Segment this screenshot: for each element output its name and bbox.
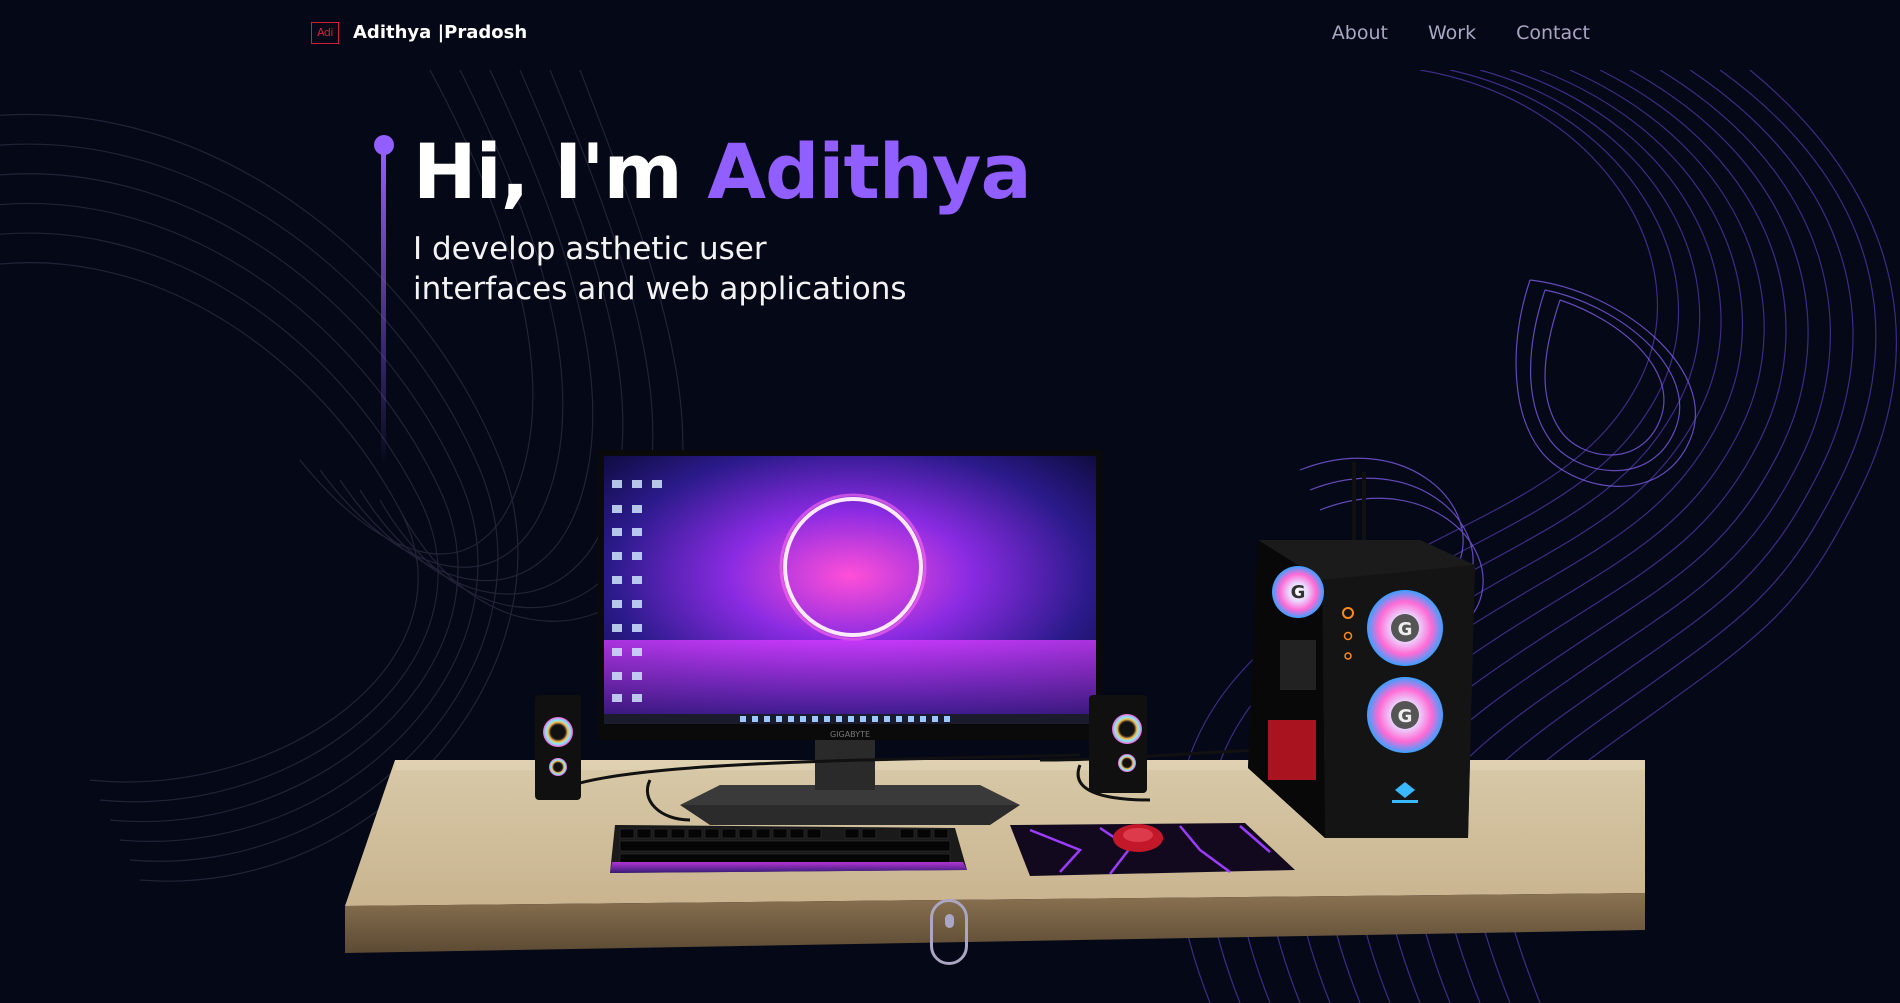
keyboard [610, 825, 967, 873]
monitor-brand-label: GIGABYTE [830, 730, 870, 739]
desk-setup-scene[interactable]: GIGABYTE G G G [0, 0, 1900, 1003]
scroll-down-indicator[interactable] [930, 899, 968, 965]
pc-case: G G G [1248, 462, 1475, 838]
svg-text:G: G [1398, 619, 1413, 640]
speaker-left [535, 695, 581, 800]
speaker-right [1089, 695, 1147, 793]
scroll-indicator-dot [945, 914, 954, 928]
svg-text:G: G [1398, 706, 1413, 727]
svg-text:G: G [1291, 582, 1306, 603]
mouse [1113, 824, 1163, 852]
